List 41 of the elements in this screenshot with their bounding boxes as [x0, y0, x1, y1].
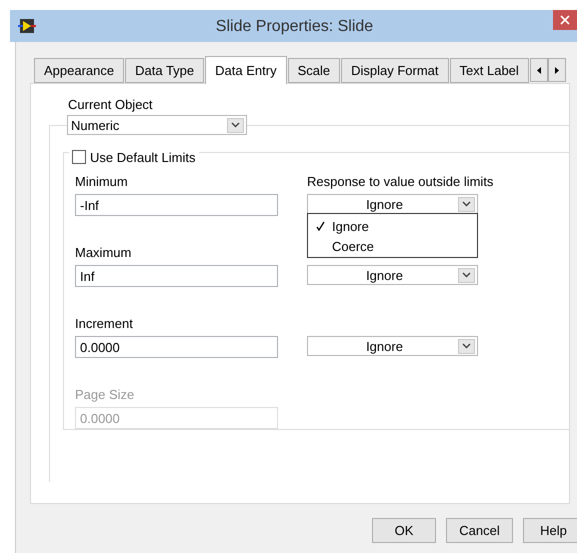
tab[interactable]: Text Label: [450, 58, 529, 83]
field-label: Increment: [75, 317, 134, 331]
tab[interactable]: Appearance: [34, 58, 124, 83]
object-dropdown[interactable]: Numeric: [67, 115, 247, 135]
tab[interactable]: Display Format: [341, 58, 449, 83]
field-label: Current Object: [68, 98, 154, 112]
input-field[interactable]: 0.0000: [75, 336, 278, 358]
response-dropdown[interactable]: Ignore: [307, 265, 478, 285]
caret-icon: [231, 122, 240, 128]
field-label: Minimum: [75, 175, 129, 189]
field-label: Maximum: [75, 246, 132, 260]
tab[interactable]: Data Type: [125, 58, 204, 83]
checkbox[interactable]: [72, 150, 86, 164]
dropdown-button[interactable]: [227, 118, 244, 132]
close-button[interactable]: [553, 10, 577, 30]
tab[interactable]: Data Entry: [205, 56, 287, 84]
caret-icon: [462, 343, 471, 349]
close-icon: [560, 15, 570, 25]
caret-icon: [462, 201, 471, 207]
dialog-button[interactable]: Help: [523, 518, 577, 543]
window-title: Slide Properties: Slide: [214, 17, 374, 37]
dropdown-button[interactable]: [458, 338, 475, 354]
caret-icon: [462, 272, 471, 278]
right-arrow-icon: [554, 66, 559, 74]
app-icon: [18, 18, 36, 34]
scroll-right-button[interactable]: [548, 58, 566, 82]
menu-item[interactable]: Coerce: [332, 238, 374, 254]
tab[interactable]: Scale: [288, 58, 340, 83]
scroll-left-button[interactable]: [530, 58, 548, 82]
column-label: Response to value outside limits: [307, 175, 494, 189]
input-field[interactable]: -Inf: [75, 194, 278, 216]
menu-item[interactable]: Ignore: [332, 218, 369, 234]
dropdown-button[interactable]: [458, 196, 475, 212]
checkbox-label: Use Default Limits: [90, 150, 196, 164]
dialog-button[interactable]: OK: [372, 518, 436, 543]
left-arrow-icon: [536, 66, 541, 74]
response-dropdown[interactable]: Ignore: [307, 336, 478, 356]
dialog-button[interactable]: Cancel: [446, 518, 513, 543]
field-label: Page Size: [75, 388, 136, 402]
dropdown-button[interactable]: [458, 268, 475, 282]
input-field[interactable]: Inf: [75, 265, 278, 287]
